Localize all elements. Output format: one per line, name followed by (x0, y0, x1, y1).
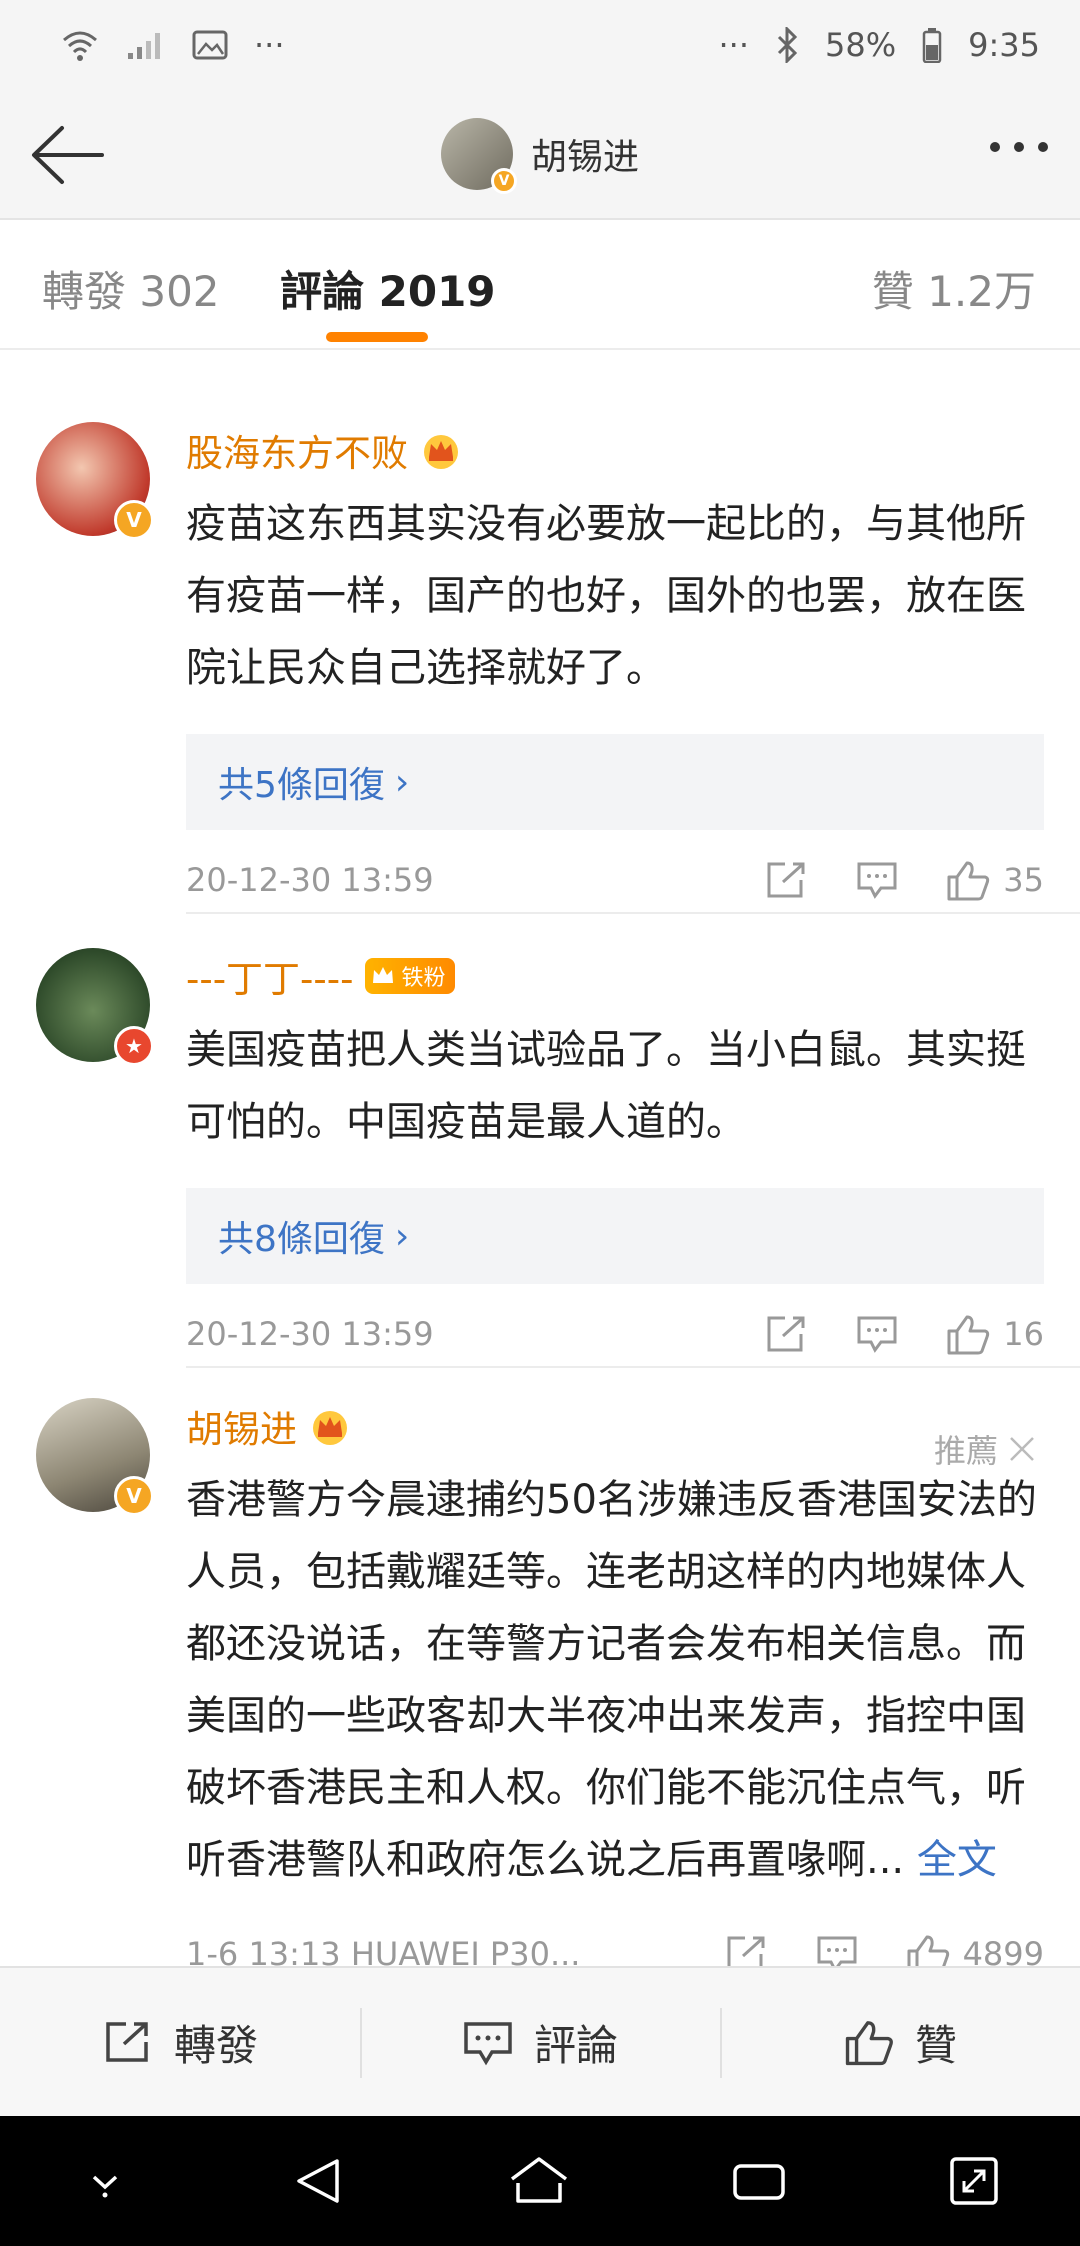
repost-label: 轉發 (173, 2020, 258, 2070)
image-icon (192, 30, 228, 60)
status-bar: ··· ··· 58% 9:35 (0, 0, 1080, 90)
like-label: 贊 (914, 2020, 957, 2070)
signal-icon (128, 33, 160, 59)
share-icon[interactable] (765, 860, 809, 900)
partial-comment-row (186, 330, 1046, 350)
avatar[interactable]: V (440, 118, 517, 194)
fan-badge: 铁粉 (365, 958, 456, 994)
dot-icon (1014, 142, 1024, 152)
thumbs-up-icon (947, 1315, 990, 1355)
recent-apps-icon[interactable] (731, 2158, 787, 2204)
comment-text: 美国疫苗把人类当试验品了。当小白鼠。其实挺可怕的。中国疫苗是最人道的。 (186, 1027, 1026, 1145)
chevron-right-icon: › (394, 1215, 410, 1257)
comment-button[interactable]: 評論 (360, 1968, 720, 2116)
thumbs-up-icon (947, 861, 990, 901)
tab-likes[interactable]: 贊 1.2万 (872, 258, 1036, 319)
battery-percent: 58% (825, 26, 897, 64)
dot-icon (990, 142, 1000, 152)
like-count: 35 (1003, 861, 1044, 899)
avatar[interactable]: V (36, 422, 154, 540)
crown-icon (424, 435, 458, 469)
divider (186, 1366, 1080, 1368)
comment-username[interactable]: 股海东方不败 (186, 423, 408, 477)
verified-icon: V (114, 500, 154, 540)
replies-label: 共5條回復 (218, 765, 385, 806)
verified-icon: V (490, 168, 517, 194)
comment-text: 香港警方今晨逮捕约50名涉嫌违反香港国安法的人员，包括戴耀廷等。连老胡这样的内地… (186, 1464, 1044, 1896)
like-count: 16 (1003, 1315, 1044, 1353)
wifi-icon (63, 31, 97, 61)
tab-comments[interactable]: 評論 2019 (280, 258, 496, 319)
view-replies-button[interactable]: 共8條回復 › (186, 1188, 1044, 1284)
comment-icon[interactable] (855, 1314, 899, 1354)
page-title: 胡锡进 (530, 137, 639, 178)
comment-username[interactable]: ---丁丁---- (186, 949, 353, 1003)
home-icon[interactable] (508, 2155, 570, 2207)
verified-icon: ★ (114, 1026, 154, 1066)
comment-username[interactable]: 胡锡进 (186, 1399, 297, 1453)
back-nav-icon[interactable] (291, 2153, 347, 2209)
share-icon[interactable] (765, 1314, 809, 1354)
divider (186, 912, 1080, 914)
replies-label: 共8條回復 (218, 1219, 385, 1260)
tab-reposts[interactable]: 轉發 302 (42, 258, 220, 319)
bottom-action-bar: 轉發 評論 贊 (0, 1966, 1080, 2116)
expand-icon[interactable] (948, 2155, 1000, 2207)
crown-icon (313, 1411, 347, 1445)
header-user[interactable]: V 胡锡进 (0, 118, 1080, 194)
system-nav-bar (0, 2116, 1080, 2246)
avatar[interactable]: ★ (36, 948, 154, 1066)
view-replies-button[interactable]: 共5條回復 › (186, 734, 1044, 830)
comment-time: 20-12-30 13:59 (186, 1315, 434, 1353)
repost-button[interactable]: 轉發 (0, 1968, 360, 2116)
comment-icon[interactable] (855, 860, 899, 900)
like-button[interactable]: 35 (945, 859, 1044, 901)
share-icon (106, 2022, 148, 2062)
like-button[interactable]: 贊 (720, 1968, 1080, 2116)
chevron-down-icon[interactable] (80, 2161, 130, 2201)
battery-icon (922, 28, 942, 63)
comment-text-body: 香港警方今晨逮捕约50名涉嫌违反香港国安法的人员，包括戴耀廷等。连老胡这样的内地… (186, 1477, 1037, 1883)
fan-badge-label: 铁粉 (401, 966, 446, 991)
like-button[interactable]: 16 (945, 1313, 1044, 1355)
top-header: V 胡锡进 (0, 90, 1080, 220)
bluetooth-icon (777, 27, 798, 63)
chevron-right-icon: › (394, 761, 410, 803)
comment-label: 評論 (533, 2020, 618, 2070)
status-left-dots: ··· (254, 26, 285, 64)
comment-text: 疫苗这东西其实没有必要放一起比的，与其他所有疫苗一样，国产的也好，国外的也罢，放… (186, 501, 1026, 691)
comment-icon (464, 2022, 512, 2066)
avatar[interactable]: V (36, 1398, 154, 1516)
verified-icon: V (114, 1476, 154, 1516)
more-options-button[interactable] (990, 142, 1048, 152)
clock: 9:35 (968, 26, 1040, 64)
thumbs-up-icon (845, 2021, 893, 2066)
full-text-link[interactable]: 全文 (917, 1837, 997, 1883)
comment-time: 20-12-30 13:59 (186, 861, 434, 899)
crown-icon (373, 967, 394, 983)
dot-icon (1038, 142, 1048, 152)
status-right-dots: ··· (718, 26, 750, 64)
